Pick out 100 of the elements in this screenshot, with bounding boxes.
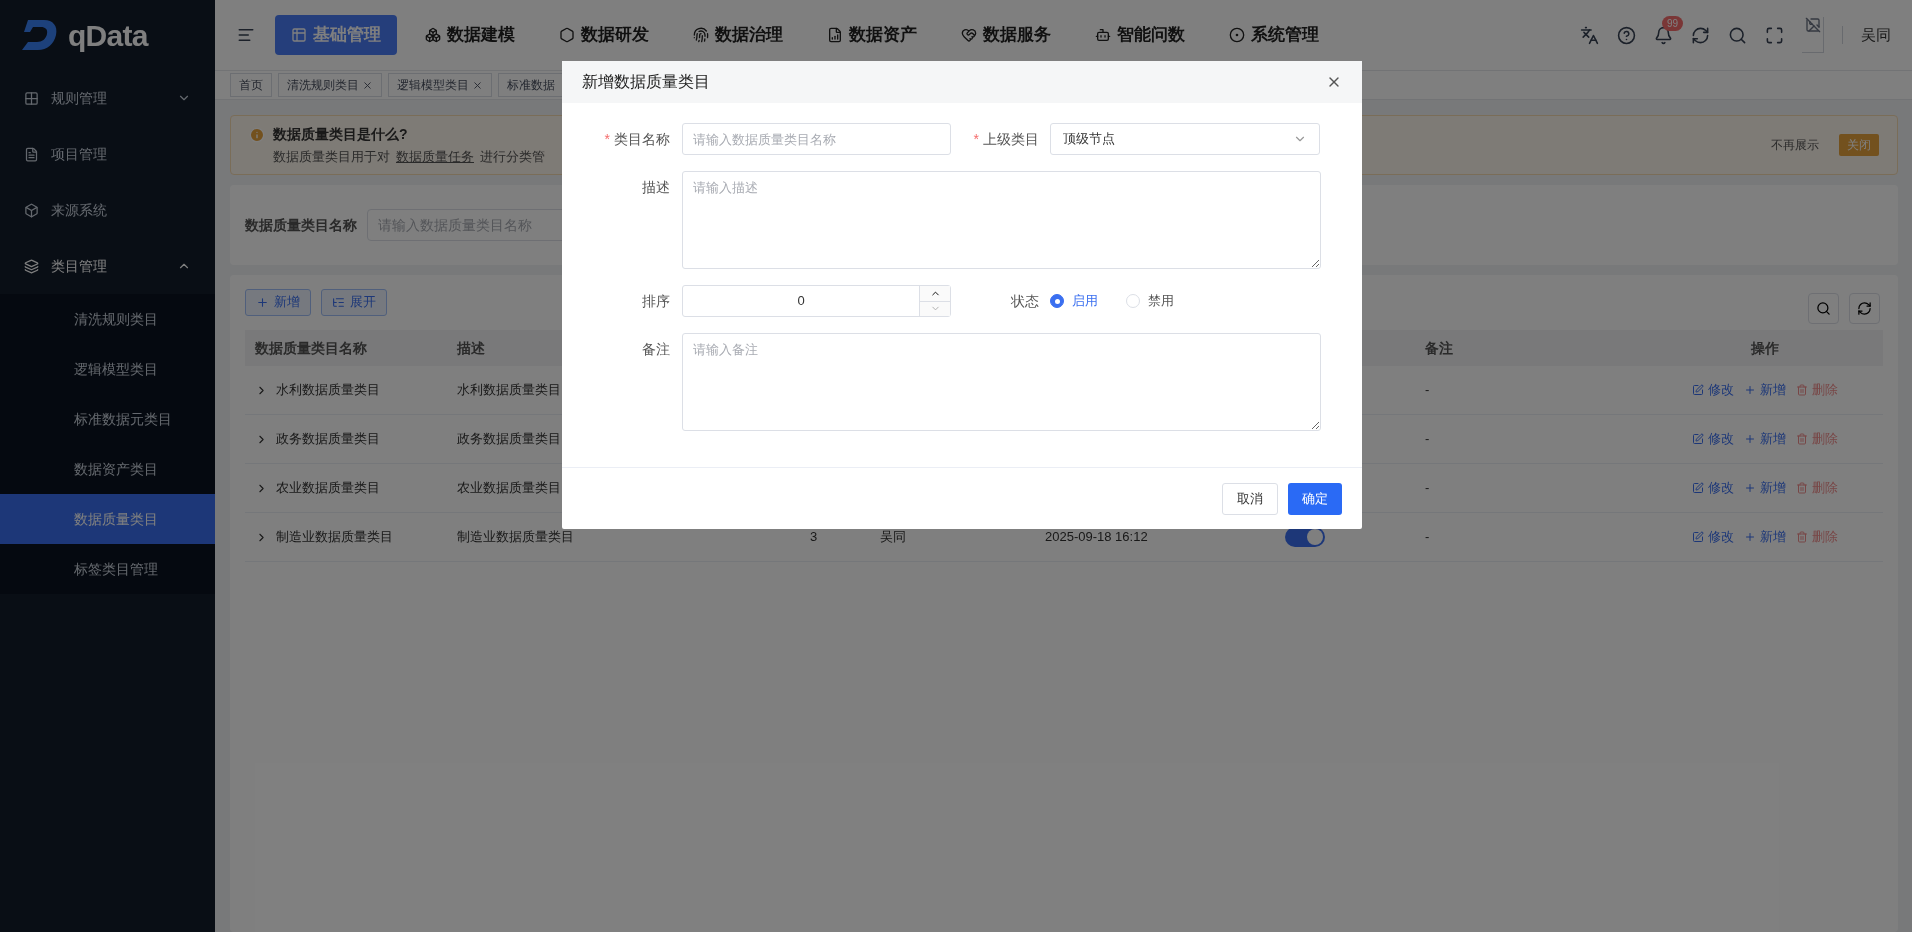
table-cell: 3 <box>810 529 818 545</box>
sidebar-subitem[interactable]: 数据质量类目 <box>0 494 215 544</box>
page-tab[interactable]: 清洗规则类目 <box>278 73 382 97</box>
table-cell: - <box>1425 529 1430 545</box>
robot-icon <box>1095 27 1111 43</box>
sidebar-item[interactable]: 来源系统 <box>0 182 215 238</box>
sort-input[interactable]: 0 <box>682 285 951 317</box>
table-cell: 制造业数据质量类目 <box>457 529 574 545</box>
alert-text: 进行分类管 <box>480 147 545 166</box>
fullscreen-icon[interactable] <box>1765 25 1784 45</box>
layers-icon <box>24 258 39 274</box>
dismiss-link[interactable]: 不再展示 <box>1771 136 1819 154</box>
nav-tab[interactable]: 系统管理 <box>1213 15 1335 55</box>
page-tab[interactable]: 首页 <box>230 73 272 97</box>
sidebar-subitem[interactable]: 清洗规则类目 <box>0 294 215 344</box>
table-cell: 政务数据质量类目 <box>457 431 561 447</box>
field-label: 排序 <box>642 291 670 311</box>
cube-icon <box>24 202 39 218</box>
plus-icon <box>1744 531 1756 543</box>
nav-tab[interactable]: 数据研发 <box>543 15 665 55</box>
nav-tab[interactable]: 数据服务 <box>945 15 1067 55</box>
avatar[interactable] <box>1802 17 1824 53</box>
edit-icon <box>1692 384 1704 396</box>
page-tab[interactable]: 逻辑模型类目 <box>388 73 492 97</box>
notification-icon[interactable] <box>1654 25 1673 45</box>
sidebar-item[interactable]: 类目管理 <box>0 238 215 294</box>
name-input[interactable]: 请输入数据质量类目名称 <box>682 123 951 155</box>
sidebar-item[interactable]: 项目管理 <box>0 126 215 182</box>
plus-icon <box>256 295 269 309</box>
action-link[interactable]: 新增 <box>1744 527 1786 547</box>
search-icon[interactable] <box>1728 25 1747 45</box>
sidebar-subitem[interactable]: 标准数据元类目 <box>0 394 215 444</box>
field-label: 备注 <box>642 339 670 359</box>
action-link[interactable]: 新增 <box>1744 478 1786 498</box>
close-icon[interactable] <box>472 79 483 91</box>
action-link[interactable]: 新增 <box>1744 380 1786 400</box>
user-name[interactable]: 吴同 <box>1861 23 1891 47</box>
cancel-button[interactable]: 取消 <box>1222 482 1278 515</box>
action-link[interactable]: 修改 <box>1692 380 1734 400</box>
table-cell-text: 制造业数据质量类目 <box>276 528 393 547</box>
trash-icon <box>1796 531 1808 543</box>
fingerprint-icon <box>693 27 709 43</box>
search-button[interactable] <box>1808 292 1839 324</box>
alert-link[interactable]: 数据质量任务 <box>396 146 474 167</box>
column-header: 数据质量类目名称 <box>255 339 367 356</box>
nav-tab[interactable]: 数据建模 <box>409 15 531 55</box>
field-label: 描述 <box>642 177 670 197</box>
parent-select[interactable]: 顶级节点 <box>1050 123 1320 155</box>
sidebar-subitem[interactable]: 标签类目管理 <box>0 544 215 594</box>
trash-icon <box>1796 433 1808 445</box>
nav-tab[interactable]: 基础管理 <box>275 15 397 55</box>
refresh-icon[interactable] <box>1691 25 1710 45</box>
nav-tab[interactable]: 数据治理 <box>677 15 799 55</box>
field-label: 类目名称 <box>614 129 670 149</box>
notification-badge: 99 <box>1662 15 1684 31</box>
logo-text: qData <box>68 17 148 54</box>
menu-fold-icon[interactable] <box>237 26 255 44</box>
remark-textarea[interactable]: 请输入备注 <box>682 333 1321 431</box>
status-switch[interactable] <box>1285 527 1325 547</box>
nav-tab[interactable]: 数据资产 <box>811 15 933 55</box>
required-mark: * <box>604 129 610 149</box>
alert-text: 数据质量类目用于对 <box>273 147 390 166</box>
table-cell: - <box>1425 480 1430 496</box>
help-icon[interactable] <box>1617 25 1636 45</box>
trash-icon <box>1796 384 1808 396</box>
dialog-title: 新增数据质量类目 <box>582 72 710 92</box>
sidebar-item[interactable]: 规则管理 <box>0 70 215 126</box>
table-cell-text: 农业数据质量类目 <box>276 479 380 498</box>
action-link[interactable]: 修改 <box>1692 429 1734 449</box>
translate-icon[interactable] <box>1580 25 1599 45</box>
table-cell: 2025-09-18 16:12 <box>1045 529 1148 545</box>
radio-option[interactable]: 启用 <box>1050 291 1098 311</box>
action-link[interactable]: 修改 <box>1692 527 1734 547</box>
action-link[interactable]: 修改 <box>1692 478 1734 498</box>
column-header: 操作 <box>1751 339 1779 356</box>
toolbar-button[interactable]: 展开 <box>321 288 387 316</box>
refresh-icon <box>1857 300 1872 316</box>
column-header: 备注 <box>1425 339 1453 356</box>
radio-option[interactable]: 禁用 <box>1126 291 1174 311</box>
nav-tab[interactable]: 智能问数 <box>1079 15 1201 55</box>
report-icon <box>827 27 843 43</box>
list-tree-icon <box>332 295 345 309</box>
sidebar-subitem[interactable]: 逻辑模型类目 <box>0 344 215 394</box>
edit-icon <box>1692 482 1704 494</box>
toolbar-button[interactable]: 新增 <box>245 288 311 316</box>
alert-title: 数据质量类目是什么? <box>273 124 408 144</box>
close-icon[interactable] <box>362 79 373 91</box>
table-cell: 水利数据质量类目 <box>457 382 561 398</box>
document-icon <box>24 146 39 162</box>
action-link[interactable]: 新增 <box>1744 429 1786 449</box>
description-textarea[interactable]: 请输入描述 <box>682 171 1321 269</box>
confirm-button[interactable]: 确定 <box>1288 482 1342 515</box>
search-label: 数据质量类目名称 <box>245 215 357 235</box>
sidebar-subitem[interactable]: 数据资产类目 <box>0 444 215 494</box>
edit-icon <box>1692 433 1704 445</box>
search-icon <box>1816 300 1831 316</box>
table-icon <box>291 27 307 43</box>
refresh-button[interactable] <box>1849 292 1880 324</box>
edit-icon <box>1692 531 1704 543</box>
hexagon-icon <box>559 27 575 43</box>
